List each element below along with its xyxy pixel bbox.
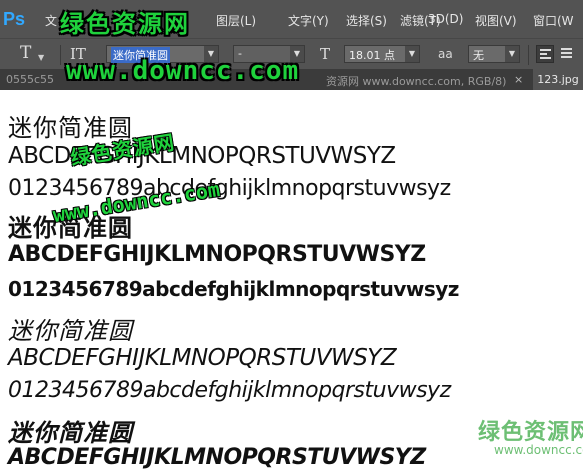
sample-regular-digits-lower: 0123456789abcdefghijklmnopqrstuvwsyz — [8, 176, 451, 201]
font-size-value: 18.01 点 — [349, 49, 395, 62]
anti-alias-icon: aa — [438, 47, 453, 61]
sample-bold-upper: ABCDEFGHIJKLMNOPQRSTUVWSYZ — [8, 242, 426, 267]
sample-regular-upper: ABCDEFGHIJKLMNOPQRSTUVWSYZ — [8, 143, 396, 169]
menu-file[interactable]: 文 — [45, 12, 57, 29]
tab-document-1[interactable]: 0555c55 — [6, 73, 54, 86]
tool-preset-chevron-icon[interactable]: ▼ — [38, 53, 44, 62]
sample-bold-italic-cn: 迷你简准圆 — [8, 419, 133, 447]
align-center-icon[interactable] — [558, 45, 576, 63]
font-size-select[interactable]: 18.01 点 ▼ — [344, 45, 420, 63]
sample-italic-digits-lower: 0123456789abcdefghijklmnopqrstuvwsyz — [8, 378, 451, 403]
separator — [60, 45, 61, 65]
chevron-down-icon: ▼ — [505, 46, 519, 62]
menu-select[interactable]: 选择(S) — [346, 12, 387, 29]
anti-alias-select[interactable]: 无 ▼ — [468, 45, 520, 63]
watermark-title: 绿色资源网 — [60, 9, 190, 38]
type-tool-icon[interactable]: T — [20, 43, 31, 63]
watermark-corner-url: www.downcc.com — [494, 443, 583, 457]
anti-alias-value: 无 — [473, 49, 484, 62]
sample-bold-digits-lower: 0123456789abcdefghijklmnopqrstuvwsyz — [8, 277, 459, 301]
tab-active-document[interactable]: 123.jpg — [533, 69, 583, 90]
sample-italic-upper: ABCDEFGHIJKLMNOPQRSTUVWSYZ — [8, 345, 397, 371]
watermark-url: www.downcc.com — [66, 56, 300, 86]
tab-document-2[interactable]: 资源网 www.downcc.com, RGB/8) — [326, 73, 506, 89]
menu-type[interactable]: 文字(Y) — [288, 12, 329, 29]
close-icon[interactable]: × — [514, 73, 523, 86]
photoshop-logo: Ps — [3, 9, 26, 29]
separator — [528, 45, 529, 65]
menu-view[interactable]: 视图(V) — [475, 12, 517, 29]
watermark-corner-title: 绿色资源网 — [478, 420, 583, 445]
sample-italic-cn: 迷你简准圆 — [8, 317, 133, 345]
menu-3d[interactable]: 3D(D) — [428, 12, 463, 26]
align-left-icon[interactable] — [536, 45, 554, 63]
menu-layer[interactable]: 图层(L) — [216, 12, 256, 29]
font-size-icon: T — [320, 45, 331, 63]
chevron-down-icon: ▼ — [405, 46, 419, 62]
menu-window[interactable]: 窗口(W — [533, 12, 574, 29]
sample-bold-italic-upper: ABCDEFGHIJKLMNOPQRSTUVWSYZ — [8, 445, 426, 470]
